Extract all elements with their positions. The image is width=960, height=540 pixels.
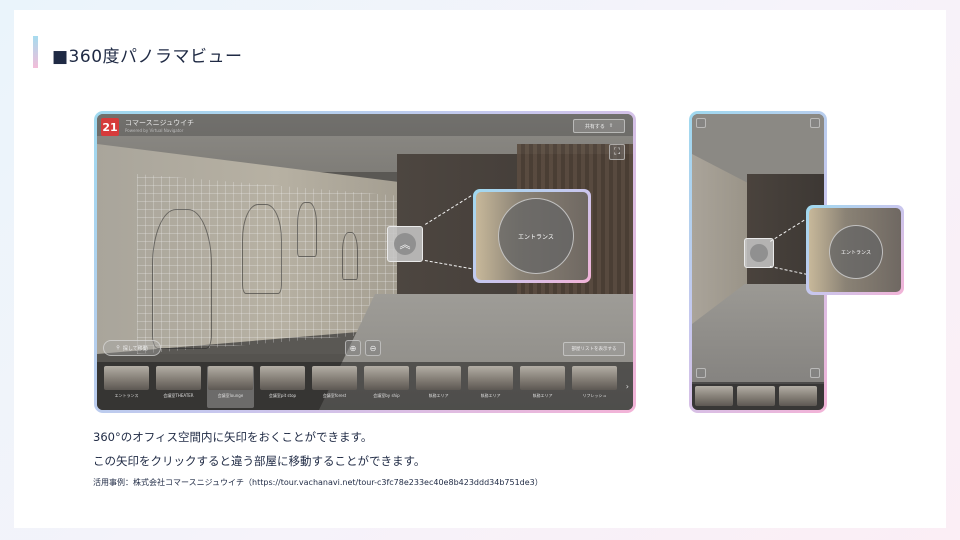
room-thumbnail-image (520, 366, 565, 390)
room-thumbnail[interactable]: 執務エリア (519, 366, 566, 408)
room-thumbnail-image (416, 366, 461, 390)
room-thumbnail[interactable] (695, 386, 733, 406)
source-citation: 活用事例：株式会社コマースニジュウイチ（https://tour.vachana… (93, 478, 543, 487)
title-accent-bar (33, 36, 38, 68)
description-line-1: 360°のオフィス空間内に矢印をおくことができます。 (93, 430, 373, 444)
room-thumbnail-label: 会議室pit stop (268, 393, 297, 398)
room-thumbnail-label: 会議室by ship (373, 393, 400, 398)
scene-drawn-figure (242, 204, 282, 294)
room-thumbnail[interactable]: エントランス (103, 366, 150, 408)
menu-icon[interactable] (696, 118, 706, 128)
room-thumbnail[interactable]: リフレッシュ (571, 366, 618, 408)
room-thumbnail[interactable]: 会議室by ship (363, 366, 410, 408)
chevron-up-icon (750, 244, 768, 262)
room-thumbnail-image (104, 366, 149, 390)
share-icon[interactable] (810, 118, 820, 128)
brand-logo: 21 (101, 118, 119, 136)
scene-mannequin (342, 232, 358, 280)
navigation-arrow-hotspot[interactable] (744, 238, 774, 268)
scene-drawn-figure (297, 202, 317, 257)
description-line-2: この矢印をクリックすると違う部屋に移動することができます。 (93, 454, 426, 468)
room-thumbnail-image (312, 366, 357, 390)
expand-icon[interactable] (810, 368, 820, 378)
zoom-in-icon[interactable]: ⊕ (345, 340, 361, 356)
destination-preview-circle[interactable]: エントランス (498, 198, 574, 274)
share-icon: ⇪ (608, 123, 614, 129)
room-thumbnail-label: リフレッシュ (582, 393, 607, 398)
mobile-panorama-viewer[interactable] (692, 114, 824, 410)
room-thumbnail-strip: エントランス 会議室THEATER 会議室lounge 会議室pit stop … (97, 362, 633, 410)
fullscreen-icon[interactable]: ⛶ (609, 144, 625, 160)
destination-label: エントランス (841, 249, 871, 256)
room-thumbnail-image (572, 366, 617, 390)
zoom-out-icon[interactable]: ⊖ (365, 340, 381, 356)
room-thumbnail-image (208, 366, 253, 390)
share-label: 共有する (584, 123, 605, 130)
room-thumbnail-image (468, 366, 513, 390)
room-thumbnail-label: 執務エリア (532, 393, 553, 398)
brand-name: コマースニジュウイチ (125, 119, 195, 127)
room-thumbnail[interactable] (737, 386, 775, 406)
page-title: ■360度パノラマビュー (52, 47, 243, 67)
scene-drawn-figure (152, 209, 212, 349)
navigation-arrow-hotspot[interactable]: ︽ (387, 226, 423, 262)
destination-preview-image: エントランス (809, 208, 901, 292)
room-thumbnail-label: 会議室THEATER (163, 393, 194, 398)
pin-icon: ⚲ (116, 345, 120, 351)
search-move-label: 探して移動 (122, 345, 148, 352)
room-thumbnail[interactable]: 執務エリア (415, 366, 462, 408)
room-thumbnail[interactable]: 執務エリア (467, 366, 514, 408)
fullscreen-icon[interactable] (696, 368, 706, 378)
room-thumbnail-image (260, 366, 305, 390)
room-thumbnail[interactable] (779, 386, 817, 406)
room-thumbnail-active[interactable]: 会議室lounge (207, 366, 254, 408)
destination-preview-image: エントランス (476, 192, 588, 280)
destination-preview-callout: エントランス (473, 189, 591, 283)
room-thumbnail-label: 会議室lounge (217, 393, 244, 398)
room-thumbnail-label: 執務エリア (480, 393, 501, 398)
room-list-button[interactable]: 部屋リストを表示する (563, 342, 625, 356)
chevron-up-icon: ︽ (394, 233, 416, 255)
room-thumbnail-strip (692, 382, 824, 410)
room-thumbnail[interactable]: 会議室pit stop (259, 366, 306, 408)
room-thumbnail-label: 執務エリア (428, 393, 449, 398)
room-thumbnail-label: エントランス (114, 393, 139, 398)
room-thumbnail-image (364, 366, 409, 390)
mobile-destination-preview-callout: エントランス (806, 205, 904, 295)
room-thumbnail[interactable]: 会議室THEATER (155, 366, 202, 408)
brand-subtitle: Powered by Virtual Navigator (125, 128, 184, 133)
chevron-right-icon[interactable]: › (626, 382, 629, 391)
viewer-top-bar: 21 コマースニジュウイチ Powered by Virtual Navigat… (97, 114, 633, 136)
share-button[interactable]: 共有する ⇪ (573, 119, 625, 133)
room-thumbnail-image (156, 366, 201, 390)
room-thumbnail-label: 会議室forest (322, 393, 347, 398)
destination-label: エントランス (518, 233, 554, 241)
search-move-button[interactable]: ⚲ 探して移動 (103, 340, 161, 356)
room-thumbnail[interactable]: 会議室forest (311, 366, 358, 408)
destination-preview-circle[interactable]: エントランス (829, 225, 883, 279)
